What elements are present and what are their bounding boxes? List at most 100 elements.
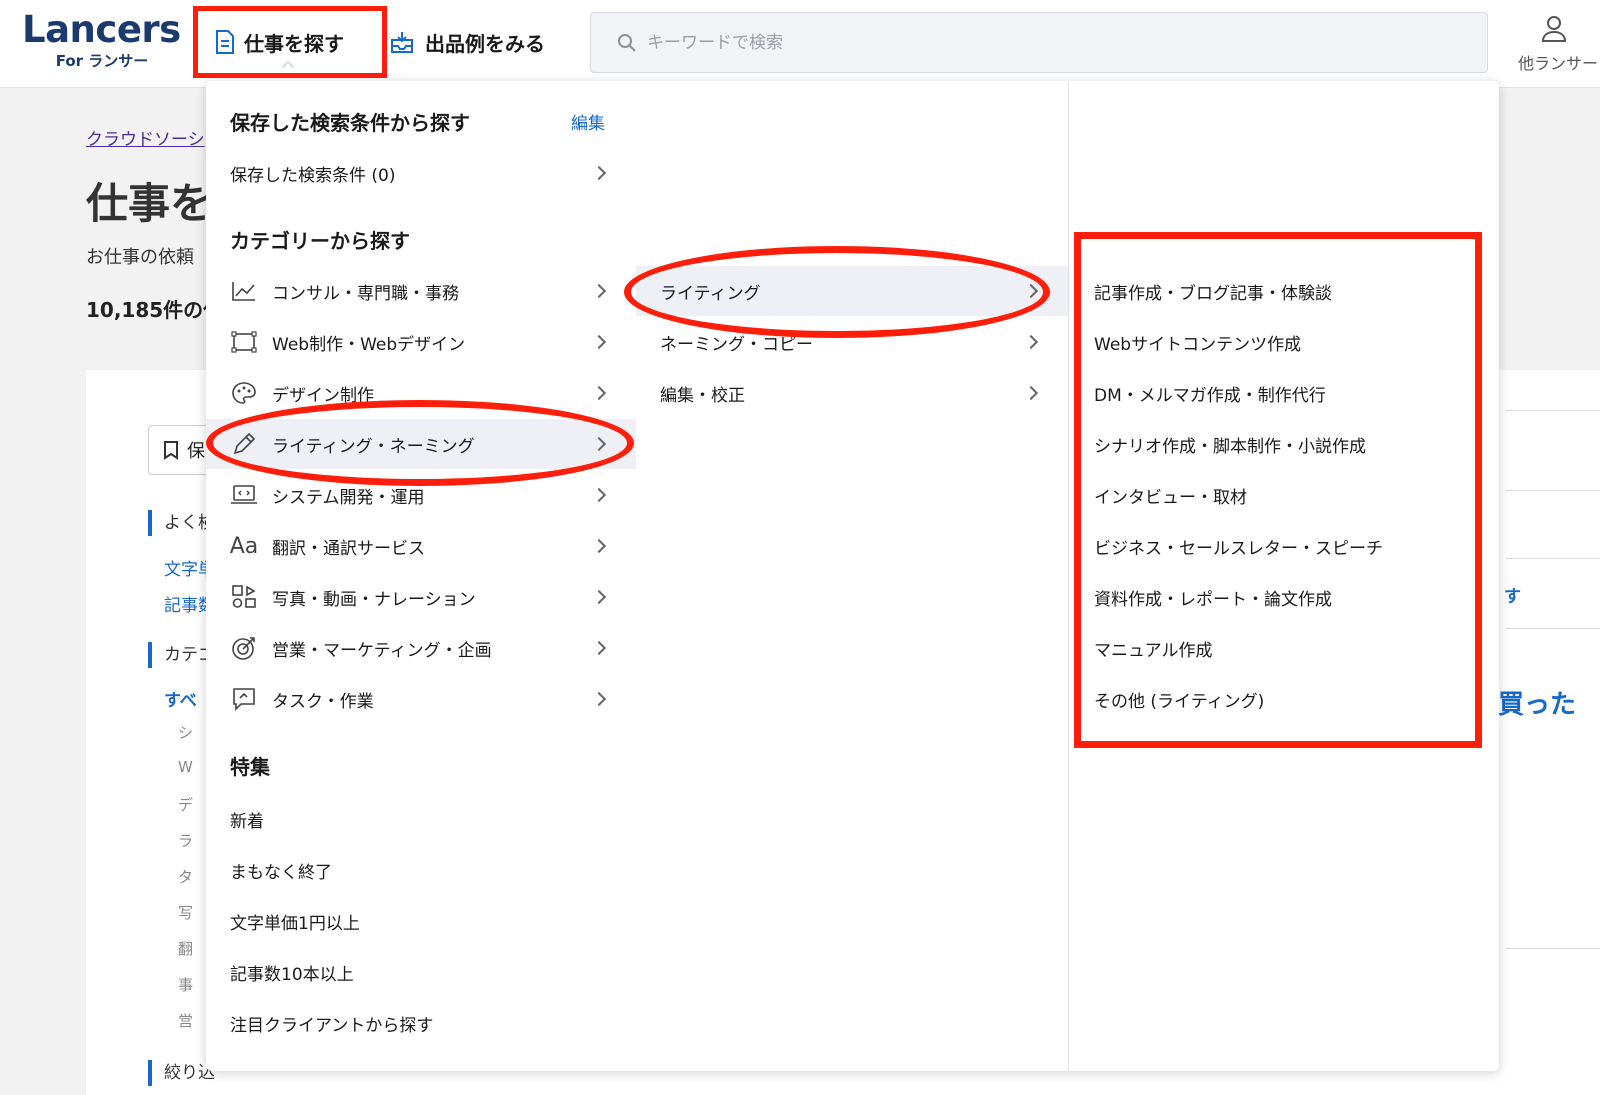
sidebar-tree-item[interactable]: 翻 xyxy=(178,938,193,959)
chevron-right-icon xyxy=(1023,385,1039,401)
chevron-right-icon xyxy=(1023,334,1039,350)
category-item-design[interactable]: デザイン制作 xyxy=(206,368,636,418)
category-title: カテゴリーから探す xyxy=(230,229,410,253)
category-item-system[interactable]: システム開発・運用 xyxy=(206,470,636,520)
category-item-translation[interactable]: Aa 翻訳・通訳サービス xyxy=(206,521,636,571)
leaf-item[interactable]: 記事作成・ブログ記事・体験談 xyxy=(1094,279,1332,304)
save-search-label: 保 xyxy=(187,441,205,462)
document-icon xyxy=(216,30,234,54)
sidebar-tree-item[interactable]: タ xyxy=(178,866,193,887)
subcategory-item-writing[interactable]: ライティング xyxy=(636,266,1068,316)
top-header: Lancers For ランサー 仕事を探す 出品例をみる 他ランサー xyxy=(0,0,1600,88)
sidebar-heading: カテゴ xyxy=(148,642,215,668)
user-icon xyxy=(1541,16,1567,42)
chevron-right-icon xyxy=(591,283,607,299)
feature-item[interactable]: 記事数10本以上 xyxy=(230,960,354,985)
category-label: タスク・作業 xyxy=(272,691,374,712)
feature-item[interactable]: 新着 xyxy=(230,807,264,832)
leaf-item[interactable]: DM・メルマガ作成・制作代行 xyxy=(1094,381,1326,406)
sidebar-heading: 絞り込 xyxy=(148,1060,215,1086)
divider xyxy=(1506,490,1600,491)
sidebar-tree-item[interactable]: 写 xyxy=(178,902,193,923)
leaf-item[interactable]: 資料作成・レポート・論文作成 xyxy=(1094,585,1332,610)
chevron-right-icon xyxy=(591,691,607,707)
chevron-right-icon xyxy=(591,334,607,350)
user-label: 他ランサー xyxy=(1518,54,1599,73)
sidebar-tree-item[interactable]: デ xyxy=(178,794,193,815)
nav-examples[interactable]: 出品例をみる xyxy=(389,22,545,62)
category-item-media[interactable]: 写真・動画・ナレーション xyxy=(206,572,636,622)
category-item-web[interactable]: Web制作・Webデザイン xyxy=(206,317,636,367)
promo-text: 買った xyxy=(1498,690,1577,720)
breadcrumb[interactable]: クラウドソーシ xyxy=(86,125,205,150)
user-menu[interactable]: 他ランサー xyxy=(1508,14,1600,74)
chart-icon xyxy=(230,277,258,305)
feature-title: 特集 xyxy=(230,755,270,779)
category-label: システム開発・運用 xyxy=(272,487,425,508)
leaf-item[interactable]: ビジネス・セールスレター・スピーチ xyxy=(1094,534,1383,559)
category-label: デザイン制作 xyxy=(272,385,374,406)
logo-subtitle: For ランサー xyxy=(55,52,149,70)
nav-examples-label: 出品例をみる xyxy=(425,31,545,56)
leaf-item[interactable]: インタビュー・取材 xyxy=(1094,483,1247,508)
leaf-item[interactable]: その他 (ライティング) xyxy=(1094,687,1264,712)
chevron-right-icon xyxy=(591,640,607,656)
target-icon xyxy=(230,634,258,662)
subcategory-item-editing[interactable]: 編集・校正 xyxy=(636,368,1068,418)
lancers-logo[interactable]: Lancers For ランサー xyxy=(22,8,192,72)
category-item-task[interactable]: タスク・作業 xyxy=(206,674,636,724)
logo-wordmark: Lancers xyxy=(22,8,181,51)
sidebar-tree-item[interactable]: 事 xyxy=(178,974,193,995)
sidebar-tree-item[interactable]: W xyxy=(178,758,193,776)
inbox-icon xyxy=(391,32,413,53)
subcategory-label: ライティング xyxy=(660,283,761,304)
nav-find-jobs[interactable]: 仕事を探す xyxy=(193,6,387,78)
category-label: コンサル・専門職・事務 xyxy=(272,283,459,304)
category-label: 写真・動画・ナレーション xyxy=(272,589,476,610)
chevron-up-icon xyxy=(282,61,294,73)
chevron-right-icon xyxy=(1023,283,1039,299)
category-item-consulting[interactable]: コンサル・専門職・事務 xyxy=(206,266,636,316)
leaf-item[interactable]: シナリオ作成・脚本制作・小説作成 xyxy=(1094,432,1366,457)
search-input[interactable] xyxy=(647,32,1347,53)
divider xyxy=(1506,558,1600,559)
sidebar-tree-item[interactable]: シ xyxy=(178,722,193,743)
subcategory-label: 編集・校正 xyxy=(660,385,745,406)
saved-search-title: 保存した検索条件から探す xyxy=(230,111,470,135)
sidebar-tree-item[interactable]: 営 xyxy=(178,1010,193,1031)
nav-find-jobs-label: 仕事を探す xyxy=(244,31,344,56)
page-title: 仕事を xyxy=(86,179,213,228)
subcategory-item-naming[interactable]: ネーミング・コピー xyxy=(636,317,1068,367)
edit-saved-link[interactable]: 編集 xyxy=(571,109,605,134)
sort-dropdown[interactable]: す xyxy=(1504,582,1521,607)
saved-search-item[interactable]: 保存した検索条件 (0) xyxy=(206,148,636,198)
chevron-right-icon xyxy=(591,487,607,503)
category-item-marketing[interactable]: 営業・マーケティング・企画 xyxy=(206,623,636,673)
category-item-writing[interactable]: ライティング・ネーミング xyxy=(206,419,636,469)
task-icon xyxy=(230,685,258,713)
sidebar-link-all[interactable]: すべ xyxy=(164,686,197,711)
divider xyxy=(1506,948,1600,949)
chevron-right-icon xyxy=(591,385,607,401)
category-label: 営業・マーケティング・企画 xyxy=(272,640,492,661)
feature-item[interactable]: 注目クライアントから探す xyxy=(230,1011,433,1036)
pen-icon xyxy=(230,430,258,458)
feature-item[interactable]: 文字単価1円以上 xyxy=(230,909,360,934)
page-description: お仕事の依頼 xyxy=(86,247,194,268)
laptop-icon xyxy=(230,481,258,509)
feature-item[interactable]: まもなく終了 xyxy=(230,858,332,883)
media-icon xyxy=(230,583,258,611)
leaf-item[interactable]: マニュアル作成 xyxy=(1094,636,1213,661)
sidebar-tree-item[interactable]: ラ xyxy=(178,830,193,851)
search-bar[interactable] xyxy=(590,12,1488,73)
subcategory-label: ネーミング・コピー xyxy=(660,334,813,355)
mega-menu: 保存した検索条件から探す 編集 保存した検索条件 (0) カテゴリーから探す コ… xyxy=(206,81,1499,1071)
category-label: ライティング・ネーミング xyxy=(272,436,475,457)
category-label: Web制作・Webデザイン xyxy=(272,334,466,355)
column-divider xyxy=(1068,81,1069,1071)
palette-icon xyxy=(230,379,258,407)
chevron-right-icon xyxy=(591,165,607,181)
sidebar-heading: よく検 xyxy=(148,510,215,536)
chevron-right-icon xyxy=(591,589,607,605)
leaf-item[interactable]: Webサイトコンテンツ作成 xyxy=(1094,330,1301,355)
